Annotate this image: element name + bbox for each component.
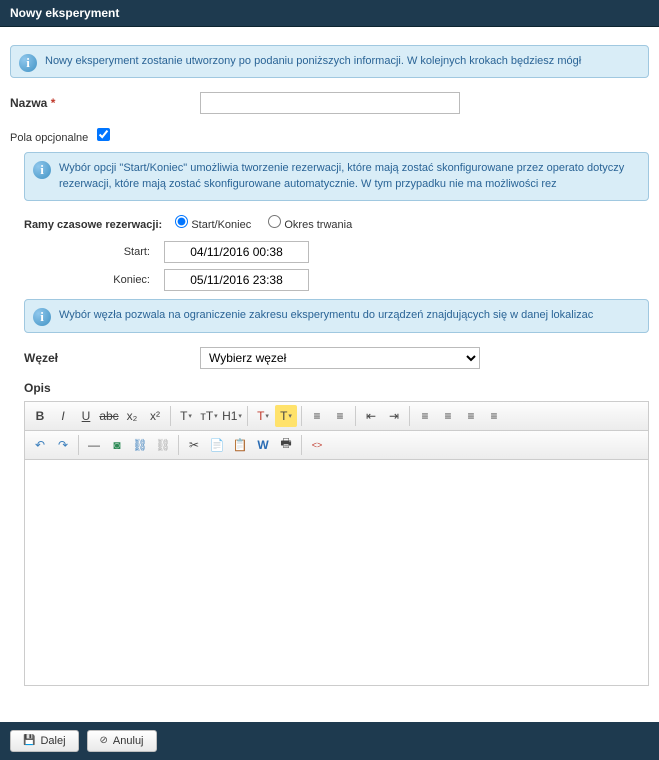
optional-label: Pola opcjonalne (10, 132, 88, 144)
align-justify-button[interactable]: ≡ (483, 405, 505, 427)
footer-bar: 💾 Dalej ⊘ Anuluj (0, 722, 659, 760)
paste-button[interactable]: 📋 (229, 434, 251, 456)
name-row: Nazwa * (10, 92, 649, 114)
info-box-main: i Nowy eksperyment zostanie utworzony po… (10, 45, 649, 78)
rich-text-editor: B I U abc x₂ x² T тT H1 T T ≡ ≡ ⇤ ⇥ (24, 401, 649, 686)
name-required: * (51, 96, 56, 110)
start-input[interactable] (164, 241, 309, 263)
superscript-button[interactable]: x² (144, 405, 166, 427)
name-input[interactable] (200, 92, 460, 114)
timeframe-radio-start-label: Start/Koniec (175, 219, 254, 231)
editor-toolbar-2: ↶ ↷ — ◙ ⛓ ⛓ ✂ 📄 📋 W 🖶 <> (25, 431, 648, 460)
strike-button[interactable]: abc (98, 405, 120, 427)
print-button[interactable]: 🖶 (275, 434, 297, 456)
end-label: Koniec: (64, 274, 164, 286)
source-button[interactable]: <> (306, 434, 328, 456)
page-title: Nowy eksperyment (10, 6, 119, 20)
italic-button[interactable]: I (52, 405, 74, 427)
cancel-button[interactable]: ⊘ Anuluj (87, 730, 157, 752)
end-input[interactable] (164, 269, 309, 291)
toolbar-separator (301, 406, 302, 426)
description-label: Opis (24, 381, 649, 395)
hr-button[interactable]: — (83, 434, 105, 456)
align-right-button[interactable]: ≡ (460, 405, 482, 427)
image-button[interactable]: ◙ (106, 434, 128, 456)
toolbar-separator (409, 406, 410, 426)
info-box-timeframe: i Wybór opcji "Start/Koniec" umożliwia t… (24, 152, 649, 201)
toolbar-separator (170, 406, 171, 426)
align-left-button[interactable]: ≡ (414, 405, 436, 427)
timeframe-radio-duration-label: Okres trwania (268, 219, 352, 231)
undo-button[interactable]: ↶ (29, 434, 51, 456)
unlink-button[interactable]: ⛓ (152, 434, 174, 456)
info-text-timeframe: Wybór opcji "Start/Koniec" umożliwia two… (59, 162, 624, 189)
info-icon: i (33, 161, 51, 179)
align-center-button[interactable]: ≡ (437, 405, 459, 427)
save-icon: 💾 (23, 735, 35, 746)
toolbar-separator (78, 435, 79, 455)
unordered-list-button[interactable]: ≡ (329, 405, 351, 427)
info-text-main: Nowy eksperyment zostanie utworzony po p… (45, 55, 581, 67)
timeframe-radio-group: Start/Koniec Okres trwania (175, 215, 366, 231)
cut-button[interactable]: ✂ (183, 434, 205, 456)
hilite-button[interactable]: T (275, 405, 297, 427)
info-text-node: Wybór węzła pozwala na ograniczenie zakr… (59, 309, 593, 321)
ordered-list-button[interactable]: ≡ (306, 405, 328, 427)
timeframe-row: Ramy czasowe rezerwacji: Start/Koniec Ok… (24, 215, 649, 231)
optional-checkbox[interactable] (97, 128, 110, 141)
name-label: Nazwa * (10, 96, 200, 110)
toolbar-separator (178, 435, 179, 455)
bold-button[interactable]: B (29, 405, 51, 427)
timeframe-radio-start[interactable] (175, 215, 188, 228)
link-button[interactable]: ⛓ (129, 434, 151, 456)
heading-button[interactable]: H1 (221, 405, 243, 427)
info-icon: i (33, 308, 51, 326)
toolbar-separator (355, 406, 356, 426)
indent-button[interactable]: ⇥ (383, 405, 405, 427)
toolbar-separator (247, 406, 248, 426)
main-content: i Nowy eksperyment zostanie utworzony po… (0, 27, 659, 716)
node-label: Węzeł (24, 351, 200, 365)
fontface-button[interactable]: тT (198, 405, 220, 427)
subscript-button[interactable]: x₂ (121, 405, 143, 427)
info-box-node: i Wybór węzła pozwala na ograniczenie za… (24, 299, 649, 332)
info-icon: i (19, 54, 37, 72)
start-row: Start: (24, 241, 649, 263)
node-row: Węzeł Wybierz węzeł (24, 347, 649, 369)
end-row: Koniec: (24, 269, 649, 291)
toolbar-separator (301, 435, 302, 455)
outdent-button[interactable]: ⇤ (360, 405, 382, 427)
page-header: Nowy eksperyment (0, 0, 659, 27)
redo-button[interactable]: ↷ (52, 434, 74, 456)
textcolor-button[interactable]: T (252, 405, 274, 427)
optional-row: Pola opcjonalne (10, 128, 649, 144)
timeframe-label: Ramy czasowe rezerwacji: (24, 219, 162, 231)
paste-word-button[interactable]: W (252, 434, 274, 456)
optional-block: i Wybór opcji "Start/Koniec" umożliwia t… (24, 152, 649, 685)
start-label: Start: (64, 246, 164, 258)
editor-toolbar-1: B I U abc x₂ x² T тT H1 T T ≡ ≡ ⇤ ⇥ (25, 402, 648, 431)
timeframe-radio-duration[interactable] (268, 215, 281, 228)
cancel-icon: ⊘ (100, 735, 108, 746)
node-select[interactable]: Wybierz węzeł (200, 347, 480, 369)
copy-button[interactable]: 📄 (206, 434, 228, 456)
fontsize-button[interactable]: T (175, 405, 197, 427)
underline-button[interactable]: U (75, 405, 97, 427)
editor-textarea[interactable] (25, 460, 648, 685)
next-button[interactable]: 💾 Dalej (10, 730, 79, 752)
